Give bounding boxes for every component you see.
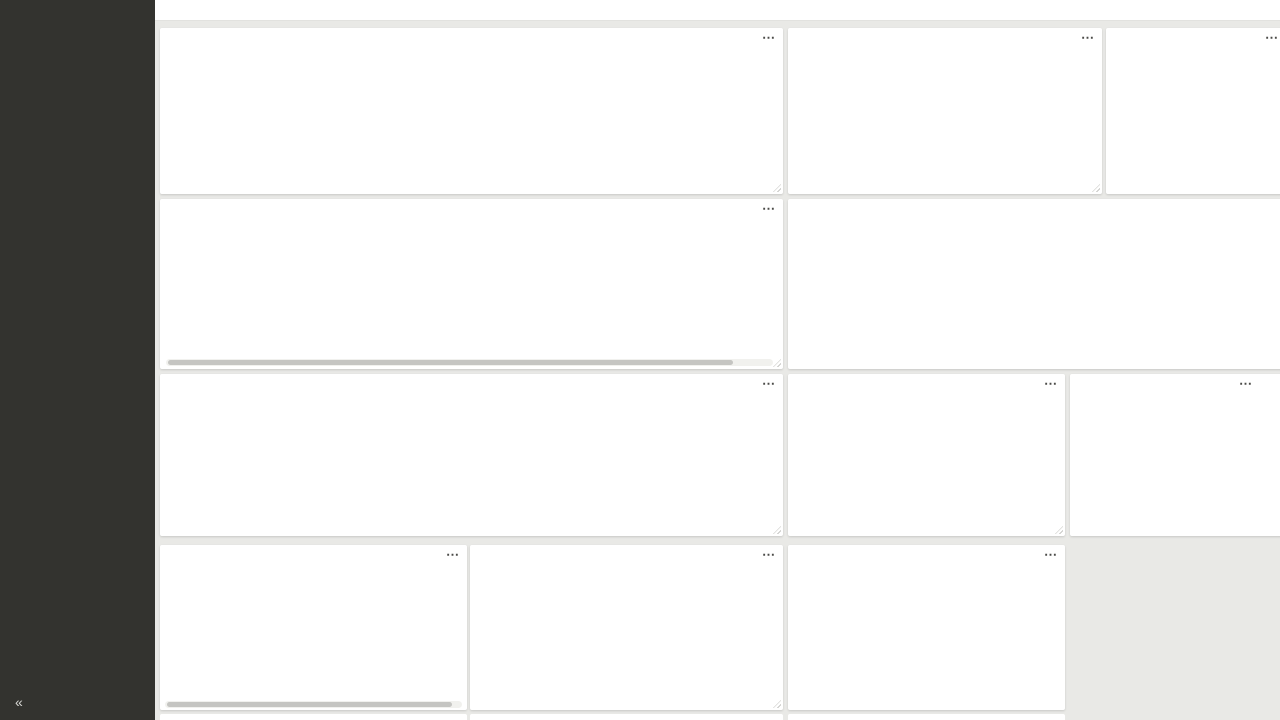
panel-welcome [788,28,1102,194]
panel-menu-button[interactable] [762,201,775,217]
panel-menu-button[interactable] [1265,30,1278,46]
scrollbar-thumb[interactable] [167,702,453,707]
horizontal-scrollbar [166,359,773,366]
panel-unit-reporting-top [1106,28,1280,194]
panel-menu-button[interactable] [446,547,459,563]
chart-legend [210,516,218,518]
next-row-card-peek [160,714,467,720]
collapse-sidebar-button[interactable]: « [15,694,23,710]
donut-center-text [903,442,973,464]
panel-target-balance [160,374,783,536]
next-row-card-peek [788,714,1065,720]
analog-clock [788,545,1065,710]
panel-menu-button[interactable] [1044,547,1057,563]
nomentia-dashboard: { "sidebar": { "brand_line1": "NOMENTIA"… [0,0,1280,720]
analog-clock [1070,374,1280,536]
resize-handle[interactable] [1092,184,1100,192]
next-row-card-peek [470,714,783,720]
resize-handle[interactable] [773,359,781,367]
resize-handle[interactable] [773,184,781,192]
unit-reporting-donut-chart [470,545,783,705]
panel-balance-tracking [160,545,467,710]
panel-main-banks [788,374,1065,536]
panel-menu-button[interactable] [762,376,775,392]
panel-cash-in-cashpools [788,199,1280,369]
horizontal-scrollbar [165,701,462,708]
panel-menu-button[interactable] [1239,376,1252,392]
brand [0,0,155,16]
target-balance-bar-chart [160,396,783,511]
panel-new-york-clock [1070,374,1280,536]
donut-center-text [592,629,662,651]
panel-cashpool-summary [160,199,783,369]
tab-bar [155,0,1280,21]
panel-menu-button[interactable] [762,30,775,46]
donut-center-text [275,617,345,639]
unit-reporting-donut-chart [1106,28,1280,194]
panel-unit-reporting-bottom [470,545,783,710]
panel-menu-button[interactable] [762,547,775,563]
donut-center-text [1125,115,1195,137]
panel-helsinki-clock [788,545,1065,710]
chart-legend [802,333,810,335]
sidebar: « [0,0,155,720]
scrollbar-thumb[interactable] [168,360,733,365]
resize-handle[interactable] [773,526,781,534]
panel-menu-button[interactable] [1081,30,1094,46]
cash-in-cashpools-line-chart [788,218,1280,368]
panel-net-fx-position [160,28,783,194]
panel-menu-button[interactable] [1044,376,1057,392]
resize-handle[interactable] [1055,526,1063,534]
